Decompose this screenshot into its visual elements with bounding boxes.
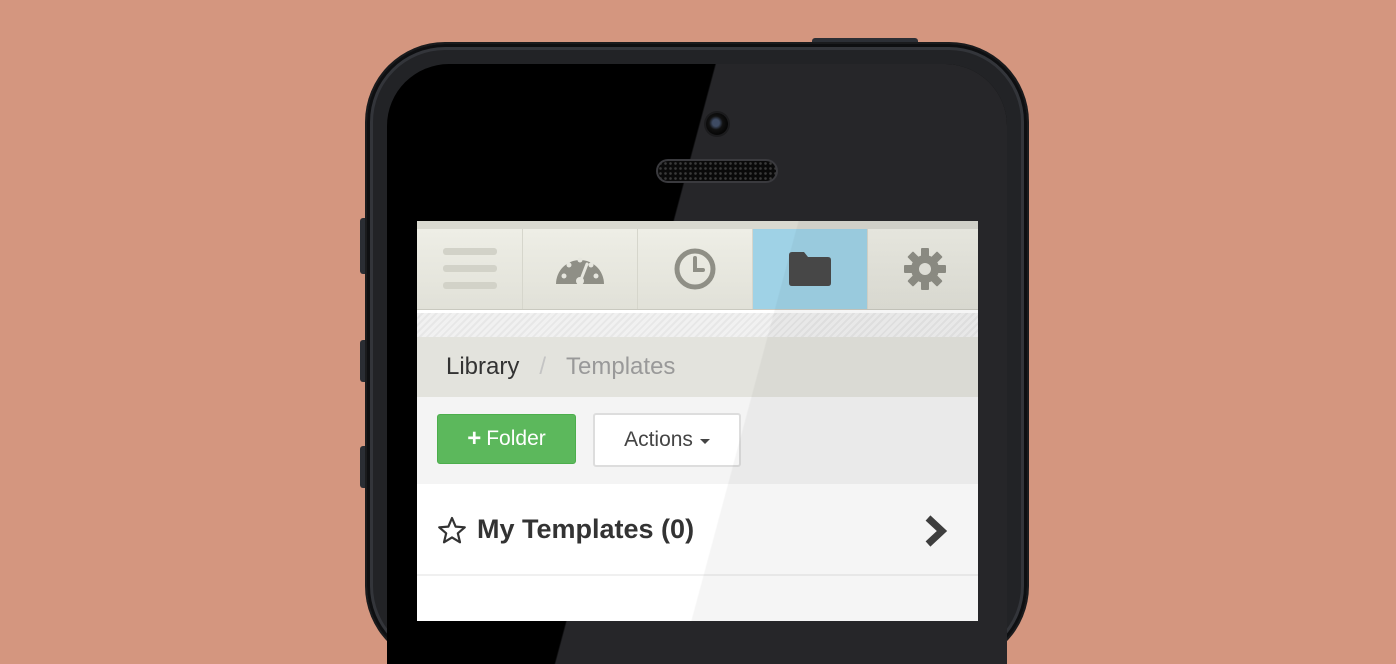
- nav-history[interactable]: [638, 229, 753, 309]
- breadcrumb: Library / Templates: [417, 337, 978, 397]
- star-outline-icon: [438, 516, 466, 544]
- breadcrumb-library-link[interactable]: Library: [446, 353, 519, 381]
- top-nav-bar: [417, 229, 978, 310]
- toolbar: + Folder Actions: [417, 397, 978, 484]
- clock-icon: [674, 248, 716, 290]
- nav-divider-pattern: [417, 313, 978, 337]
- screen-top-strip: [417, 221, 978, 229]
- nav-menu[interactable]: [417, 229, 523, 309]
- dashboard-gauge-icon: [556, 257, 604, 285]
- actions-label: Actions: [624, 428, 693, 451]
- add-folder-button[interactable]: + Folder: [437, 414, 576, 464]
- menu-icon: [442, 248, 497, 289]
- gear-icon: [904, 248, 946, 290]
- earpiece-speaker: [658, 161, 776, 181]
- list-item-label: My Templates (0): [477, 513, 695, 544]
- nav-settings[interactable]: [868, 229, 978, 309]
- actions-dropdown-button[interactable]: Actions: [593, 413, 741, 467]
- nav-dashboard[interactable]: [523, 229, 638, 309]
- caret-down-icon: [699, 439, 710, 444]
- plus-icon: +: [467, 425, 482, 452]
- chevron-right-icon[interactable]: [922, 514, 950, 548]
- nav-library[interactable]: [753, 229, 868, 309]
- list-item[interactable]: My Templates (0): [417, 484, 978, 576]
- breadcrumb-separator: /: [539, 353, 547, 380]
- breadcrumb-current: Templates: [566, 353, 676, 380]
- add-folder-label: Folder: [486, 427, 546, 450]
- folder-icon: [789, 252, 831, 286]
- front-camera: [706, 113, 728, 135]
- phone-screen: Library / Templates + Folder Actions My …: [417, 221, 978, 621]
